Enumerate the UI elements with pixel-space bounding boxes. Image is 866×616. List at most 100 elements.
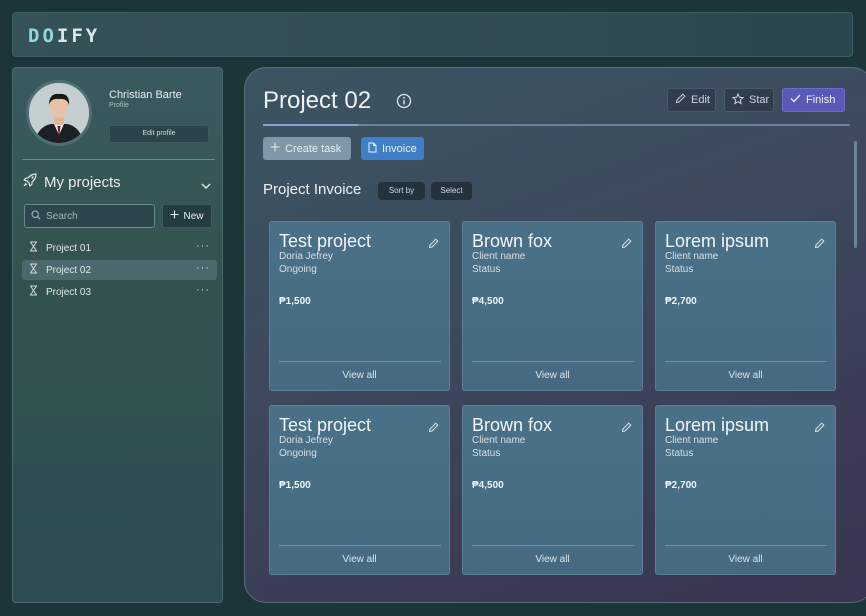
card-divider <box>279 545 441 546</box>
more-options-icon[interactable]: ··· <box>196 240 210 252</box>
card-divider <box>472 361 634 362</box>
new-project-label: New <box>183 210 204 222</box>
sidebar-item-project-03[interactable]: Project 03 ··· <box>22 282 217 302</box>
view-all-link[interactable]: View all <box>656 554 835 565</box>
rocket-icon <box>23 173 37 192</box>
scrollbar[interactable] <box>854 141 857 248</box>
logo-prefix: DO <box>28 25 57 47</box>
card-client: Client name <box>665 435 719 446</box>
card-status: Ongoing <box>279 448 317 459</box>
view-all-link[interactable]: View all <box>270 554 449 565</box>
pencil-icon[interactable] <box>621 420 632 438</box>
card-divider <box>665 361 827 362</box>
invoice-card[interactable]: Brown fox Client name Status ₱4,500 View… <box>462 221 643 391</box>
card-amount: ₱2,700 <box>665 480 697 491</box>
profile-name: Christian Barte <box>109 89 182 101</box>
card-client: Client name <box>472 435 526 446</box>
check-icon <box>790 94 801 106</box>
pencil-icon <box>675 93 686 107</box>
hourglass-icon <box>29 285 38 299</box>
card-title: Test project <box>279 231 372 251</box>
view-all-link[interactable]: View all <box>270 370 449 381</box>
invoice-label: Invoice <box>382 142 417 155</box>
card-amount: ₱4,500 <box>472 296 504 307</box>
card-client: Doria Jefrey <box>279 251 333 262</box>
star-button[interactable]: Star <box>724 88 774 112</box>
hourglass-icon <box>29 263 38 277</box>
section-title: Project Invoice <box>263 181 362 198</box>
view-all-link[interactable]: View all <box>463 554 642 565</box>
finish-button[interactable]: Finish <box>782 88 845 112</box>
invoice-card[interactable]: Test project Doria Jefrey Ongoing ₱1,500… <box>269 405 450 575</box>
select-button[interactable]: Select <box>431 182 472 200</box>
my-projects-header[interactable]: My projects <box>23 173 121 192</box>
title-underline-highlight <box>263 124 358 126</box>
hourglass-icon <box>29 241 38 255</box>
card-title: Lorem ipsum <box>665 415 770 435</box>
app-logo[interactable]: DOIFY <box>28 25 100 47</box>
card-amount: ₱4,500 <box>472 480 504 491</box>
card-title: Test project <box>279 415 372 435</box>
card-divider <box>665 545 827 546</box>
star-label: Star <box>749 94 770 106</box>
card-status: Ongoing <box>279 264 317 275</box>
card-status: Status <box>665 448 694 459</box>
sidebar-item-label: Project 03 <box>46 286 92 298</box>
avatar[interactable] <box>26 80 92 146</box>
edit-profile-button[interactable]: Edit profile <box>109 125 209 143</box>
card-amount: ₱2,700 <box>665 296 697 307</box>
card-status: Status <box>472 264 501 275</box>
card-status: Status <box>665 264 694 275</box>
sidebar-item-label: Project 01 <box>46 242 92 254</box>
pencil-icon[interactable] <box>814 420 825 438</box>
top-bar: DOIFY <box>12 12 853 57</box>
invoice-card[interactable]: Test project Doria Jefrey Ongoing ₱1,500… <box>269 221 450 391</box>
sidebar-divider <box>22 159 215 160</box>
sort-by-button[interactable]: Sort by <box>378 182 425 200</box>
view-all-link[interactable]: View all <box>656 370 835 381</box>
my-projects-label: My projects <box>44 174 121 191</box>
create-task-button[interactable]: Create task <box>263 137 351 160</box>
pencil-icon[interactable] <box>814 236 825 254</box>
invoice-card[interactable]: Lorem ipsum Client name Status ₱2,700 Vi… <box>655 405 836 575</box>
title-underline <box>263 124 850 126</box>
profile-role: Profile <box>109 102 129 109</box>
avatar-portrait <box>29 83 89 143</box>
search-field[interactable] <box>24 204 155 228</box>
sidebar-item-project-01[interactable]: Project 01 ··· <box>22 238 217 258</box>
finish-label: Finish <box>806 94 836 106</box>
card-amount: ₱1,500 <box>279 480 311 491</box>
invoice-card[interactable]: Lorem ipsum Client name Status ₱2,700 Vi… <box>655 221 836 391</box>
plus-icon <box>270 142 280 155</box>
card-divider <box>279 361 441 362</box>
search-input[interactable] <box>46 210 146 222</box>
card-client: Client name <box>472 251 526 262</box>
more-options-icon[interactable]: ··· <box>196 284 210 296</box>
new-project-button[interactable]: New <box>162 204 212 228</box>
card-divider <box>472 545 634 546</box>
pencil-icon[interactable] <box>621 236 632 254</box>
sidebar: Christian Barte Profile Edit profile My … <box>12 67 223 603</box>
page-title: Project 02 <box>263 87 372 114</box>
pencil-icon[interactable] <box>428 420 439 438</box>
edit-label: Edit <box>691 94 710 106</box>
pencil-icon[interactable] <box>428 236 439 254</box>
card-title: Brown fox <box>472 415 553 435</box>
card-amount: ₱1,500 <box>279 296 311 307</box>
view-all-link[interactable]: View all <box>463 370 642 381</box>
info-icon[interactable] <box>396 93 412 114</box>
chevron-down-icon[interactable] <box>201 177 211 195</box>
main-panel: Project 02 Edit Star Finish Create task … <box>244 67 866 603</box>
card-client: Client name <box>665 251 719 262</box>
edit-button[interactable]: Edit <box>667 88 716 112</box>
create-task-label: Create task <box>285 142 342 155</box>
invoice-card[interactable]: Brown fox Client name Status ₱4,500 View… <box>462 405 643 575</box>
invoice-button[interactable]: Invoice <box>361 137 424 160</box>
file-icon <box>368 142 377 156</box>
plus-icon <box>170 210 179 222</box>
sidebar-item-label: Project 02 <box>46 264 92 276</box>
more-options-icon[interactable]: ··· <box>196 262 210 274</box>
card-title: Brown fox <box>472 231 553 251</box>
logo-suffix: IFY <box>56 25 101 47</box>
sidebar-item-project-02[interactable]: Project 02 ··· <box>22 260 217 280</box>
